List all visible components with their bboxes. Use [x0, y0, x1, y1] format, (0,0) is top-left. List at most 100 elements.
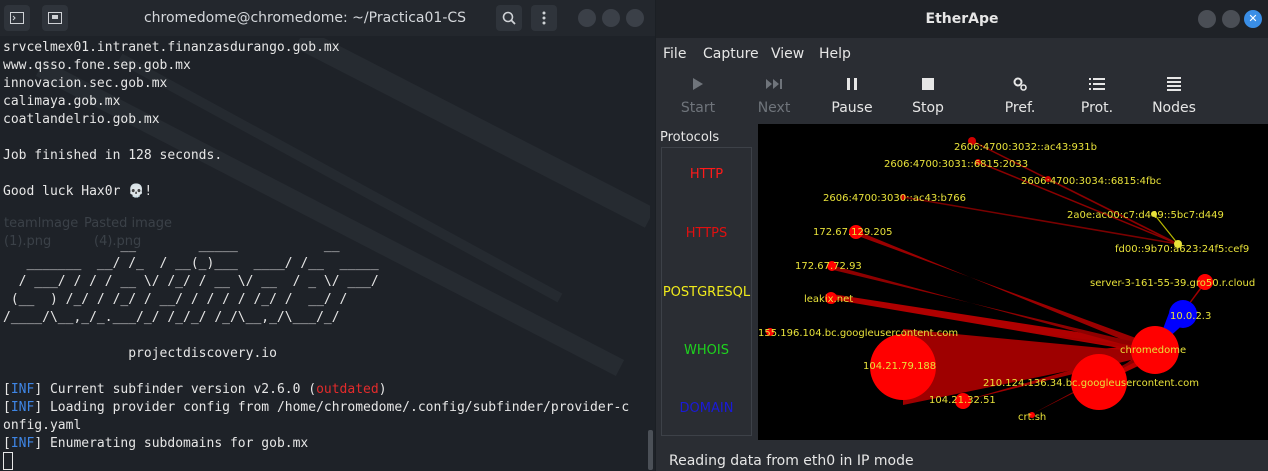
protocols-legend-title: Protocols	[660, 130, 720, 145]
node-label: chromedome	[1120, 345, 1186, 356]
gear-icon	[1013, 77, 1027, 91]
status-text: Reading data from eth0 in IP mode	[669, 453, 914, 469]
inf-text: )	[378, 382, 387, 397]
terminal-window: chromedome@chromedome: ~/Practica01-CS t…	[0, 0, 655, 471]
stop-icon	[922, 78, 934, 90]
etherape-window: EtherApe ✕ File Capture View Help Start …	[656, 0, 1268, 471]
skip-next-icon	[766, 79, 782, 89]
start-label: Start	[680, 100, 716, 116]
etherape-title: EtherApe	[925, 11, 999, 27]
inf-tag: INF	[10, 382, 35, 397]
pref-label: Pref.	[1004, 100, 1036, 116]
node-label: 2606:4700:3034::6815:4fbc	[1021, 176, 1161, 187]
new-tab-icon[interactable]	[42, 5, 68, 31]
node-label: 172.67.72.93	[795, 261, 862, 272]
next-label: Next	[757, 100, 791, 116]
maximize-button[interactable]	[1222, 10, 1240, 28]
pause-button[interactable]: Pause	[817, 72, 887, 118]
pause-label: Pause	[831, 100, 873, 116]
maximize-button[interactable]	[602, 9, 620, 27]
terminal-scrollbar[interactable]	[648, 430, 653, 470]
node-label: 155.196.104.bc.googleusercontent.com	[758, 328, 958, 339]
output-line: innovacion.sec.gob.mx	[3, 76, 168, 91]
node-label: 2606:4700:3030::ac43:b766	[823, 193, 966, 204]
prot-label: Prot.	[1080, 100, 1114, 116]
inf-enumerating-line: [INF] Enumerating subdomains for gob.mx	[3, 436, 309, 451]
menu-icon[interactable]	[531, 5, 557, 31]
menu-help[interactable]: Help	[819, 46, 851, 62]
search-icon[interactable]	[496, 5, 522, 31]
node-label: 2606:4700:3031::6815:2033	[884, 159, 1028, 170]
inf-tag: INF	[10, 400, 35, 415]
node-label: 2606:4700:3032::ac43:931b	[954, 142, 1097, 153]
protocol-postgresql[interactable]: POSTGRESQL	[662, 285, 751, 300]
nodes-button[interactable]: Nodes	[1139, 72, 1209, 118]
output-line: www.qsso.fone.sep.gob.mx	[3, 58, 191, 73]
close-button[interactable]	[626, 9, 644, 27]
network-graph[interactable]: 2606:4700:3032::ac43:931b 2606:4700:3031…	[758, 124, 1268, 440]
terminal-cursor	[3, 452, 13, 470]
good-luck-line: Good luck Hax0r 💀!	[3, 184, 153, 199]
terminal-output[interactable]: teamlmage Pasted image (1).png (4).png s…	[0, 38, 650, 471]
protocol-https[interactable]: HTTPS	[662, 226, 751, 241]
terminal-title: chromedome@chromedome: ~/Practica01-CS	[143, 10, 467, 26]
ascii-banner-line: (__ ) /_/ / /_/ / __/ / / / / /_/ / __/ …	[3, 292, 348, 307]
stop-button[interactable]: Stop	[893, 72, 963, 118]
node-label: 210.124.136.34.bc.googleusercontent.com	[983, 378, 1199, 389]
node-labels: 2606:4700:3032::ac43:931b 2606:4700:3031…	[758, 142, 1255, 423]
menu-bar: File Capture View Help	[656, 42, 1268, 68]
output-line: coatlandelrio.gob.mx	[3, 112, 160, 127]
inf-tag: INF	[10, 436, 35, 451]
protocol-domain[interactable]: DOMAIN	[662, 401, 751, 416]
minimize-button[interactable]	[578, 9, 596, 27]
protocol-http[interactable]: HTTP	[662, 167, 751, 182]
ascii-banner-line: / ___/ / / / __ \/ /_/ / __ \/ __ / _ \/…	[3, 274, 379, 289]
terminal-icon[interactable]	[4, 5, 30, 31]
node-label: fd00::9b70:a623:24f5:cef9	[1115, 244, 1249, 255]
next-button[interactable]: Next	[739, 72, 809, 118]
output-line: calimaya.gob.mx	[3, 94, 121, 109]
node-label: server-3-161-55-39.gro50.r.cloud	[1090, 278, 1255, 289]
job-finished-line: Job finished in 128 seconds.	[3, 148, 223, 163]
protocols-button[interactable]: Prot.	[1062, 72, 1132, 118]
pause-icon	[847, 78, 857, 90]
node-label: 172.67.129.205	[813, 227, 893, 238]
ascii-banner-line: __ _____ __	[3, 238, 340, 253]
status-bar: Reading data from eth0 in IP mode	[656, 447, 1268, 471]
etherape-header-bar: EtherApe ✕	[656, 0, 1268, 38]
output-line: srvcelmex01.intranet.finanzasdurango.gob…	[3, 40, 340, 55]
node-label: 104.21.79.188	[863, 361, 936, 372]
inf-version-line: [INF] Current subfinder version v2.6.0 (…	[3, 382, 387, 397]
node-label: 104.21.32.51	[929, 395, 996, 406]
protocol-whois[interactable]: WHOIS	[662, 343, 751, 358]
node-label: 10.0.2.3	[1170, 311, 1211, 322]
ascii-banner-line: _______ __/ /_ / __(_)___ ____/ /__ ____…	[3, 256, 379, 271]
network-graph-canvas[interactable]: 2606:4700:3032::ac43:931b 2606:4700:3031…	[758, 124, 1268, 440]
desktop-file-label: Pasted image	[84, 216, 172, 231]
menu-file[interactable]: File	[663, 46, 686, 62]
close-button[interactable]: ✕	[1244, 10, 1262, 28]
menu-capture[interactable]: Capture	[703, 46, 759, 62]
nodes-list-icon	[1167, 77, 1181, 91]
inf-text: Enumerating subdomains for gob.mx	[42, 436, 309, 451]
inf-text: Loading provider config from /home/chrom…	[42, 400, 630, 415]
inf-config-line: [INF] Loading provider config from /home…	[3, 400, 630, 415]
menu-view[interactable]: View	[771, 46, 804, 62]
node-label: 2a0e:ac00:c7:d449::5bc7:d449	[1067, 210, 1224, 221]
brand-line: projectdiscovery.io	[3, 346, 277, 361]
inf-text: Current subfinder version v2.6.0 (	[42, 382, 317, 397]
protocols-legend: HTTP HTTPS POSTGRESQL WHOIS DOMAIN	[661, 147, 752, 436]
list-icon	[1089, 78, 1105, 90]
outdated-tag: outdated	[316, 382, 379, 397]
preferences-button[interactable]: Pref.	[985, 72, 1055, 118]
terminal-header-bar: chromedome@chromedome: ~/Practica01-CS	[0, 0, 655, 36]
desktop-file-label: teamlmage	[4, 216, 79, 231]
ascii-banner-line: /____/\__,_/_.___/_/ /_/_/ /_/\__,_/\___…	[3, 310, 340, 325]
stop-label: Stop	[912, 100, 944, 116]
minimize-button[interactable]	[1198, 10, 1216, 28]
node-label: leakix.net	[804, 294, 853, 305]
node-label: crt.sh	[1018, 412, 1046, 423]
nodes-label: Nodes	[1152, 100, 1196, 116]
play-icon	[693, 78, 703, 90]
start-button[interactable]: Start	[663, 72, 733, 118]
